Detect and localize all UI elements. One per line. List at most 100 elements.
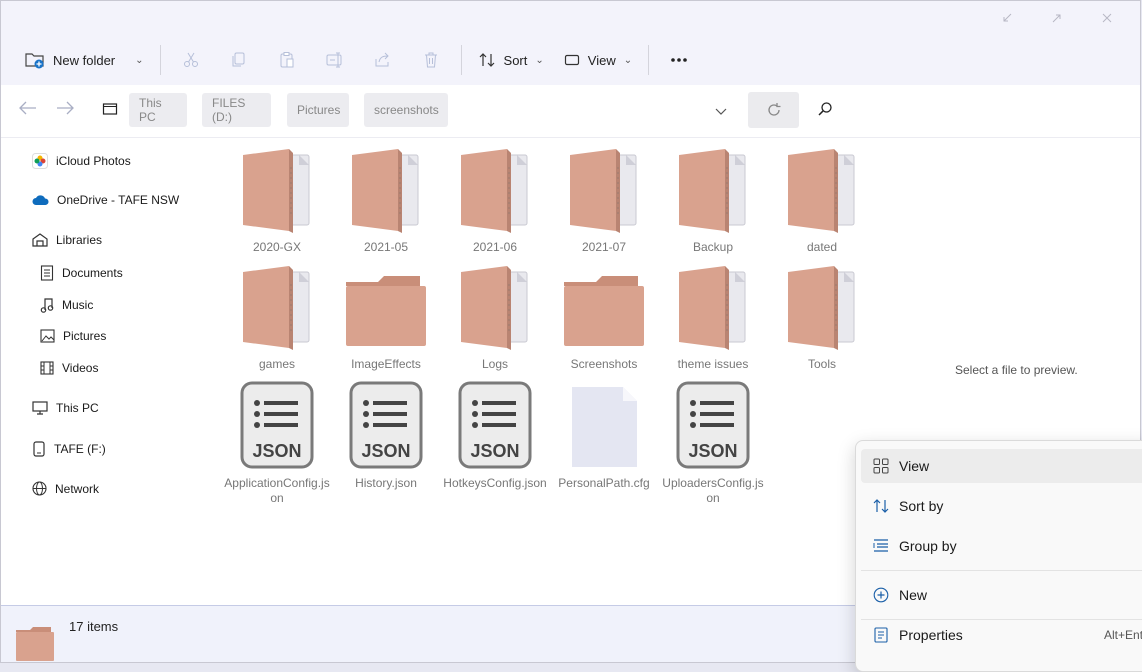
file-item[interactable]: Tools	[768, 264, 876, 372]
back-button[interactable]	[19, 99, 37, 120]
copy-button[interactable]	[215, 42, 263, 78]
menu-item-new[interactable]: New	[861, 578, 1142, 612]
menu-item-label: New	[899, 587, 928, 603]
network-icon	[32, 481, 47, 496]
sidebar-item-network[interactable]: Network	[32, 481, 99, 496]
file-item[interactable]: JSON History.json	[332, 381, 440, 491]
menu-item-group-by[interactable]: Group by	[861, 529, 1142, 563]
breadcrumb-this-pc[interactable]: This PC	[129, 93, 187, 127]
paste-button[interactable]	[263, 42, 311, 78]
sidebar-item-videos[interactable]: Videos	[40, 361, 98, 375]
copy-icon	[232, 52, 245, 67]
sidebar-item-label: This PC	[56, 401, 99, 415]
sidebar-item-tafe-drive[interactable]: TAFE (F:)	[32, 441, 106, 457]
paste-icon	[280, 52, 294, 68]
share-icon	[375, 52, 389, 67]
menu-item-label: Properties	[899, 627, 963, 643]
trash-icon	[424, 52, 437, 68]
refresh-button[interactable]	[748, 92, 799, 128]
close-icon	[1102, 13, 1112, 23]
pc-icon	[32, 401, 48, 415]
share-button[interactable]	[359, 42, 407, 78]
zip-folder-icon	[461, 149, 528, 233]
menu-divider	[861, 570, 1142, 571]
blank-file-icon	[572, 387, 637, 467]
json-file-icon: JSON	[458, 381, 532, 469]
file-item[interactable]: 2020-GX	[223, 147, 331, 255]
properties-icon	[874, 627, 888, 643]
caption-buttons	[982, 5, 1132, 31]
zip-folder-icon	[243, 266, 310, 350]
chevron-down-icon: ⌄	[535, 54, 544, 66]
sort-label: Sort	[503, 52, 528, 68]
delete-button[interactable]	[407, 42, 455, 78]
breadcrumb-files-d[interactable]: FILES (D:)	[202, 93, 271, 127]
file-item[interactable]: games	[223, 264, 331, 372]
address-dropdown-button[interactable]	[715, 103, 727, 121]
cut-button[interactable]	[167, 42, 215, 78]
plus-circle-icon	[873, 587, 889, 603]
file-item[interactable]: JSON UploadersConfig.json	[659, 381, 767, 506]
menu-item-shortcut: Alt+Ente	[1104, 628, 1142, 642]
chevron-down-icon	[715, 108, 727, 115]
file-name: Logs	[481, 357, 509, 371]
forward-button[interactable]	[56, 99, 74, 120]
maximize-button[interactable]	[1032, 5, 1082, 31]
sidebar-item-icloud-photos[interactable]: iCloud Photos	[32, 153, 131, 169]
file-item[interactable]: Logs	[441, 264, 549, 372]
file-item[interactable]: 2021-06	[441, 147, 549, 255]
sidebar-item-music[interactable]: Music	[40, 297, 93, 313]
json-badge: JSON	[470, 441, 519, 461]
more-options-button[interactable]	[655, 42, 703, 78]
search-icon	[818, 102, 832, 116]
sidebar-item-label: Music	[62, 298, 94, 312]
file-item[interactable]: Screenshots	[550, 264, 658, 372]
grid-icon	[873, 458, 889, 474]
file-item[interactable]: PersonalPath.cfg	[550, 381, 658, 491]
menu-item-properties[interactable]: Properties Alt+Ente	[861, 618, 1142, 652]
file-name: ApplicationConfig.json	[224, 476, 330, 505]
context-menu: View Sort by Group by New Properties Alt…	[855, 440, 1142, 672]
breadcrumb-pictures[interactable]: Pictures	[287, 93, 349, 127]
sidebar-item-documents[interactable]: Documents	[40, 265, 123, 281]
sidebar-item-libraries[interactable]: Libraries	[32, 233, 102, 247]
zip-folder-icon	[570, 149, 637, 233]
sidebar-item-label: Libraries	[56, 233, 103, 247]
file-item[interactable]: JSON HotkeysConfig.json	[441, 381, 549, 491]
chevron-down-icon[interactable]: ⌄	[135, 55, 143, 66]
command-bar: New folder ⌄ Sort ⌄ View ⌄	[1, 35, 1140, 85]
file-item[interactable]: JSON ApplicationConfig.json	[223, 381, 331, 506]
folder-icon	[564, 276, 644, 346]
new-folder-button[interactable]: New folder ⌄	[15, 42, 154, 78]
music-icon	[40, 298, 54, 313]
file-item[interactable]: theme issues	[659, 264, 767, 372]
file-item[interactable]: Backup	[659, 147, 767, 255]
menu-item-sort-by[interactable]: Sort by	[861, 489, 1142, 523]
preview-pane-message: Select a file to preview.	[955, 363, 1078, 377]
view-button[interactable]: View ⌄	[554, 42, 642, 78]
close-button[interactable]	[1082, 5, 1132, 31]
sidebar-item-onedrive[interactable]: OneDrive - TAFE NSW	[32, 193, 179, 207]
sidebar-item-this-pc[interactable]: This PC	[32, 401, 99, 415]
file-item[interactable]: dated	[768, 147, 876, 255]
minimize-button[interactable]	[982, 5, 1032, 31]
file-item[interactable]: 2021-05	[332, 147, 440, 255]
menu-item-view[interactable]: View	[861, 449, 1142, 483]
sidebar-item-pictures[interactable]: Pictures	[40, 329, 106, 343]
search-button[interactable]	[817, 101, 833, 122]
breadcrumb-screenshots[interactable]: screenshots	[364, 93, 448, 127]
rename-button[interactable]	[311, 42, 359, 78]
toolbar-divider	[648, 45, 650, 75]
file-name: HotkeysConfig.json	[443, 476, 547, 490]
file-name: theme issues	[677, 357, 749, 371]
file-item[interactable]: ImageEffects	[332, 264, 440, 372]
zip-folder-icon	[679, 149, 746, 233]
zip-folder-icon	[788, 149, 855, 233]
view-icon	[564, 54, 579, 66]
json-badge: JSON	[252, 441, 301, 461]
folder-icon	[16, 627, 54, 661]
sort-button[interactable]: Sort ⌄	[468, 42, 554, 78]
file-item[interactable]: 2021-07	[550, 147, 658, 255]
file-name: 2021-06	[472, 240, 518, 254]
file-name: dated	[806, 240, 838, 254]
